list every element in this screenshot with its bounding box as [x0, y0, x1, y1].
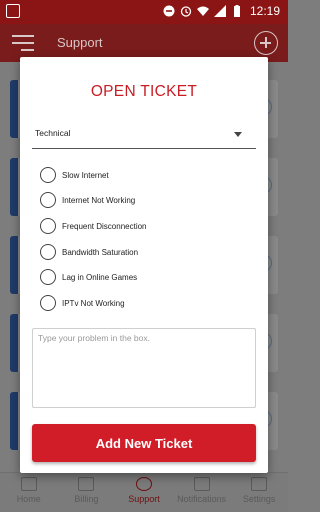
- category-select[interactable]: Technical: [32, 121, 256, 149]
- option-slow-internet[interactable]: Slow Internet: [40, 166, 109, 184]
- status-icons: 12:19: [163, 4, 280, 18]
- nav-label: Settings: [242, 494, 276, 504]
- nav-label: Billing: [74, 494, 99, 504]
- bottom-navigation: Home Billing Support Notifications Setti…: [0, 472, 288, 512]
- wifi-icon: [196, 6, 209, 16]
- nav-notifications[interactable]: Notifications: [173, 473, 231, 512]
- option-bandwidth-saturation[interactable]: Bandwidth Saturation: [40, 243, 138, 261]
- add-new-ticket-button[interactable]: Add New Ticket: [32, 424, 256, 462]
- option-label: IPTv Not Working: [62, 298, 125, 308]
- option-label: Lag in Online Games: [62, 272, 138, 282]
- option-label: Internet Not Working: [62, 195, 136, 205]
- signal-icon: [213, 5, 226, 17]
- radio-button[interactable]: [40, 167, 56, 183]
- home-icon: [20, 477, 37, 491]
- page-title: Support: [57, 35, 103, 50]
- nav-settings[interactable]: Settings: [230, 473, 288, 512]
- dropdown-arrow-icon: [234, 132, 242, 137]
- nav-label: Notifications: [177, 494, 227, 504]
- option-iptv-not-working[interactable]: IPTv Not Working: [40, 294, 125, 312]
- notification-icon: [6, 4, 20, 18]
- add-circle-icon[interactable]: [254, 31, 278, 55]
- nav-home[interactable]: Home: [0, 473, 58, 512]
- bell-icon: [193, 477, 210, 491]
- clock: 12:19: [249, 4, 280, 18]
- radio-button[interactable]: [40, 218, 56, 234]
- problem-textarea[interactable]: [32, 328, 256, 408]
- radio-button[interactable]: [40, 192, 56, 208]
- hamburger-menu-icon[interactable]: [12, 35, 34, 51]
- open-ticket-dialog: OPEN TICKET Technical Slow Internet Inte…: [20, 57, 268, 473]
- category-value: Technical: [35, 128, 71, 138]
- radio-button[interactable]: [40, 269, 56, 285]
- minus-circle-icon: [163, 5, 175, 17]
- alarm-icon: [180, 6, 192, 17]
- option-label: Slow Internet: [62, 170, 109, 180]
- option-lag-online-games[interactable]: Lag in Online Games: [40, 268, 137, 286]
- billing-icon: [78, 477, 95, 491]
- radio-button[interactable]: [40, 244, 56, 260]
- radio-button[interactable]: [40, 295, 56, 311]
- option-internet-not-working[interactable]: Internet Not Working: [40, 191, 135, 209]
- option-frequent-disconnection[interactable]: Frequent Disconnection: [40, 217, 147, 235]
- nav-support[interactable]: Support: [115, 473, 173, 512]
- option-label: Frequent Disconnection: [62, 221, 147, 231]
- battery-icon: [233, 5, 240, 17]
- headset-icon: [135, 477, 152, 491]
- nav-label: Home: [16, 494, 41, 504]
- dialog-title: OPEN TICKET: [90, 83, 198, 100]
- status-bar: 12:19: [0, 0, 288, 24]
- nav-label: Support: [128, 494, 160, 504]
- nav-billing[interactable]: Billing: [58, 473, 116, 512]
- gear-icon: [251, 477, 268, 491]
- option-label: Bandwidth Saturation: [62, 247, 139, 257]
